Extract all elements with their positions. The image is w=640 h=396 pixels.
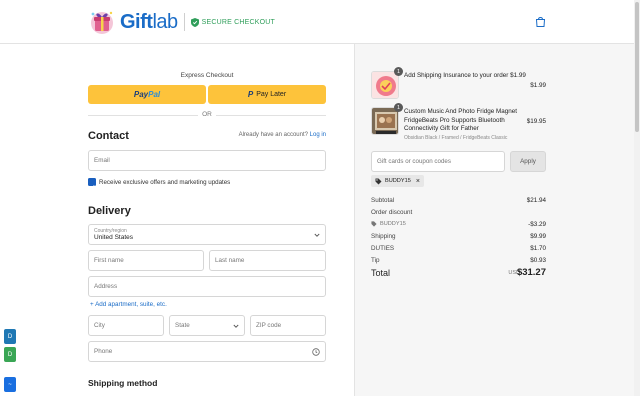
brand-name-main: Gift — [120, 10, 153, 33]
address-placeholder: Address — [94, 283, 118, 290]
checkmark-icon — [89, 185, 95, 190]
shipping-value: $9.99 — [530, 233, 546, 240]
phone-field[interactable]: Phone — [88, 341, 326, 362]
apply-button[interactable]: Apply — [510, 151, 546, 172]
first-name-field[interactable]: First name — [88, 250, 204, 271]
side-tab-3[interactable]: ~ — [4, 377, 16, 392]
tip-value: $0.93 — [530, 257, 546, 264]
city-field[interactable]: City — [88, 315, 164, 336]
applied-code-label: BUDDY15 — [385, 178, 411, 184]
brand-name: Giftlab — [120, 11, 178, 34]
city-placeholder: City — [94, 322, 105, 329]
subtotal-value: $21.94 — [526, 197, 546, 204]
secure-checkout-label: SECURE CHECKOUT — [201, 18, 276, 26]
header: Giftlab SECURE CHECKOUT — [0, 0, 640, 44]
chevron-down-icon — [233, 324, 239, 328]
tip-label: Tip — [371, 257, 380, 264]
tag-icon — [371, 221, 377, 227]
secure-checkout-badge: SECURE CHECKOUT — [190, 17, 276, 27]
shopping-bag-icon[interactable] — [535, 16, 546, 27]
applied-discount-chip: BUDDY15 × — [371, 175, 424, 187]
shipping-label: Shipping — [371, 233, 396, 240]
paypal-icon: P — [247, 90, 254, 99]
item-title: Add Shipping Insurance to your order $1.… — [404, 72, 526, 79]
item-quantity-badge: 1 — [394, 67, 403, 76]
first-name-placeholder: First name — [94, 257, 124, 264]
contact-heading: Contact — [88, 130, 129, 142]
paypal-button[interactable]: Pay Pal — [88, 85, 206, 104]
item-price: $19.95 — [526, 118, 546, 125]
side-tab-1[interactable]: D — [4, 329, 16, 344]
country-select[interactable]: Country/region United States — [88, 224, 326, 245]
logo-divider — [183, 13, 185, 31]
address-field[interactable]: Address — [88, 276, 326, 297]
email-placeholder: Email — [94, 157, 110, 164]
subtotal-label: Subtotal — [371, 197, 395, 204]
state-select[interactable]: State — [169, 315, 245, 336]
item-quantity-badge: 1 — [394, 103, 403, 112]
express-checkout-label: Express Checkout — [180, 72, 234, 79]
last-name-placeholder: Last name — [215, 257, 245, 264]
item-thumbnail — [371, 71, 399, 99]
paypal-label-pal: Pal — [148, 90, 161, 99]
or-label: OR — [198, 111, 216, 118]
login-link[interactable]: Log in — [310, 132, 326, 138]
duties-label: DUTIES — [371, 245, 395, 252]
tag-icon — [375, 178, 382, 184]
account-prompt: Already have an account? Log in — [200, 132, 326, 138]
last-name-field[interactable]: Last name — [209, 250, 326, 271]
pay-later-label: Pay Later — [256, 91, 287, 98]
add-apartment-link[interactable]: + Add apartment, suite, etc. — [90, 301, 167, 308]
logo[interactable]: Giftlab SECURE CHECKOUT — [88, 8, 275, 36]
coupon-placeholder: Gift cards or coupon codes — [377, 158, 451, 165]
scrollbar-thumb[interactable] — [635, 2, 639, 132]
order-discount-label: Order discount — [371, 209, 413, 216]
phone-placeholder: Phone — [94, 348, 113, 355]
item-variant: Obsidian Black / Framed / FridgeBeats Cl… — [404, 135, 508, 141]
account-prompt-text: Already have an account? — [238, 132, 308, 138]
email-field[interactable]: Email — [88, 150, 326, 171]
coupon-input[interactable]: Gift cards or coupon codes — [371, 151, 505, 172]
brand-name-suffix: lab — [152, 10, 178, 33]
total-label: Total — [371, 268, 391, 278]
marketing-checkbox-label: Receive exclusive offers and marketing u… — [99, 179, 231, 186]
delivery-heading: Delivery — [88, 205, 131, 217]
discount-code-label: BUDDY15 — [380, 221, 406, 227]
side-tab-2[interactable]: D — [4, 347, 16, 362]
item-thumbnail — [371, 107, 399, 135]
fridge-magnet-image — [372, 108, 398, 134]
chevron-down-icon — [314, 233, 320, 237]
help-circle-icon[interactable] — [312, 348, 320, 356]
shield-icon — [190, 17, 199, 27]
total-value: $31.27 — [516, 267, 546, 278]
discount-value: -$3.29 — [528, 221, 546, 228]
zip-field[interactable]: ZIP code — [250, 315, 326, 336]
zip-placeholder: ZIP code — [256, 322, 282, 329]
shipping-method-heading: Shipping method — [88, 378, 158, 388]
state-placeholder: State — [175, 322, 190, 329]
duties-value: $1.70 — [530, 245, 546, 252]
paypal-label-pay: Pay — [133, 90, 149, 99]
giftlab-logo-icon — [91, 11, 113, 34]
item-price: $1.99 — [530, 82, 546, 89]
marketing-checkbox[interactable] — [88, 178, 96, 190]
paypal-pay-later-button[interactable]: P Pay Later — [208, 85, 326, 104]
discount-code-row: BUDDY15 — [371, 221, 406, 227]
country-value: United States — [94, 234, 134, 241]
shipping-insurance-image — [372, 72, 398, 98]
remove-discount-icon[interactable]: × — [416, 178, 420, 185]
